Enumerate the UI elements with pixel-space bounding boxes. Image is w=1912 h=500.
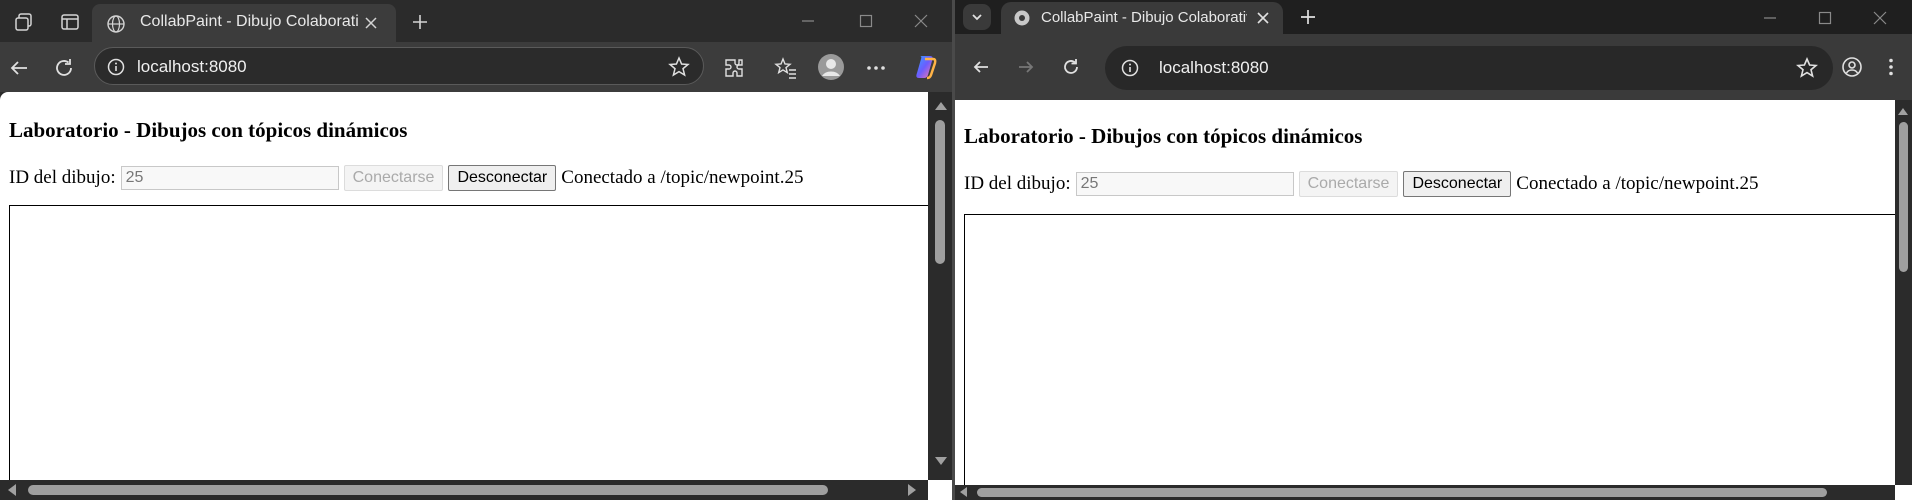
profile-icon[interactable]: [1838, 53, 1866, 81]
connect-button[interactable]: Conectarse: [343, 165, 444, 191]
reload-icon[interactable]: [50, 54, 78, 82]
address-bar[interactable]: localhost:8080: [94, 47, 704, 85]
maximize-icon[interactable]: [841, 6, 891, 36]
title-bar: CollabPaint - Dibujo Colaborativo: [0, 0, 952, 42]
vertical-scroll-thumb[interactable]: [935, 120, 945, 264]
more-icon[interactable]: [862, 54, 890, 82]
star-icon[interactable]: [1795, 56, 1819, 80]
tab-title: CollabPaint - Dibujo Colaborativo: [140, 13, 358, 30]
scroll-up-arrow[interactable]: [935, 102, 947, 110]
minimize-icon[interactable]: [1745, 3, 1795, 33]
connection-status: Conectado a /topic/newpoint.25: [1516, 173, 1759, 194]
tab-collabpaint[interactable]: CollabPaint - Dibujo Colaborativo: [92, 4, 396, 42]
horizontal-scroll-thumb[interactable]: [977, 488, 1827, 497]
close-icon[interactable]: [360, 13, 382, 33]
page-title: Laboratorio - Dibujos con tópicos dinámi…: [964, 124, 1363, 148]
chrome-browser-window: CollabPaint - Dibujo Colaborativo localh…: [955, 0, 1912, 500]
site-info-icon[interactable]: [1119, 57, 1141, 79]
horizontal-scroll-thumb[interactable]: [28, 485, 828, 495]
close-window-icon[interactable]: [896, 6, 946, 36]
workspaces-icon[interactable]: [10, 8, 38, 36]
tab-search-icon[interactable]: [963, 4, 991, 30]
close-window-icon[interactable]: [1855, 3, 1905, 33]
globe-icon: [106, 14, 126, 34]
reload-icon[interactable]: [1057, 53, 1085, 81]
profile-icon[interactable]: [816, 52, 846, 82]
favorites-icon[interactable]: [772, 54, 800, 82]
more-icon[interactable]: [1877, 53, 1905, 81]
page-title: Laboratorio - Dibujos con tópicos dinámi…: [9, 118, 408, 142]
new-tab-icon[interactable]: [406, 8, 434, 36]
drawing-canvas[interactable]: [964, 214, 1905, 500]
address-bar[interactable]: localhost:8080: [1105, 46, 1833, 90]
toolbar: localhost:8080: [955, 34, 1912, 100]
drawing-id-input[interactable]: [120, 166, 339, 190]
tab-title: CollabPaint - Dibujo Colaborativo: [1041, 9, 1247, 26]
page-viewport: Laboratorio - Dibujos con tópicos dinámi…: [955, 100, 1912, 500]
connect-button[interactable]: Conectarse: [1298, 171, 1399, 197]
drawing-id-input[interactable]: [1075, 172, 1294, 196]
forward-icon: [1012, 53, 1040, 81]
url-text: localhost:8080: [1159, 58, 1269, 77]
new-tab-icon[interactable]: [1295, 4, 1321, 30]
horizontal-scrollbar[interactable]: [955, 485, 1895, 500]
vertical-scrollbar[interactable]: [928, 92, 952, 480]
tab-collabpaint[interactable]: CollabPaint - Dibujo Colaborativo: [1001, 2, 1283, 34]
back-icon[interactable]: [5, 54, 33, 82]
drawing-id-label: ID del dibujo:: [9, 167, 116, 188]
page-viewport: Laboratorio - Dibujos con tópicos dinámi…: [0, 92, 952, 500]
extensions-icon[interactable]: [720, 54, 748, 82]
scroll-right-arrow[interactable]: [908, 484, 916, 496]
title-bar: CollabPaint - Dibujo Colaborativo: [955, 0, 1912, 34]
maximize-icon[interactable]: [1800, 3, 1850, 33]
minimize-icon[interactable]: [783, 6, 833, 36]
edge-browser-window: CollabPaint - Dibujo Colaborativo localh…: [0, 0, 952, 500]
drawing-canvas[interactable]: [9, 205, 940, 500]
back-icon[interactable]: [967, 53, 995, 81]
disconnect-button[interactable]: Desconectar: [448, 165, 557, 191]
url-text: localhost:8080: [137, 57, 247, 76]
close-icon[interactable]: [1253, 8, 1273, 28]
connection-status: Conectado a /topic/newpoint.25: [561, 167, 804, 188]
globe-icon: [1013, 9, 1031, 27]
page-content: Laboratorio - Dibujos con tópicos dinámi…: [9, 118, 803, 191]
scroll-left-arrow[interactable]: [8, 484, 16, 496]
site-info-icon[interactable]: [105, 56, 127, 78]
connection-controls: ID del dibujo: Conectarse Desconectar Co…: [9, 165, 803, 191]
horizontal-scrollbar[interactable]: [0, 480, 928, 500]
vertical-scrollbar[interactable]: [1895, 100, 1912, 485]
vertical-scroll-thumb[interactable]: [1899, 122, 1908, 272]
scroll-left-arrow[interactable]: [960, 487, 967, 497]
toolbar: localhost:8080: [0, 42, 952, 92]
scroll-up-arrow[interactable]: [1898, 108, 1908, 115]
disconnect-button[interactable]: Desconectar: [1403, 171, 1512, 197]
tab-actions-icon[interactable]: [56, 8, 84, 36]
star-icon[interactable]: [667, 55, 691, 79]
connection-controls: ID del dibujo: Conectarse Desconectar Co…: [964, 171, 1758, 197]
page-content: Laboratorio - Dibujos con tópicos dinámi…: [964, 124, 1758, 197]
scroll-down-arrow[interactable]: [935, 457, 947, 465]
copilot-icon[interactable]: [910, 52, 940, 82]
drawing-id-label: ID del dibujo:: [964, 173, 1071, 194]
